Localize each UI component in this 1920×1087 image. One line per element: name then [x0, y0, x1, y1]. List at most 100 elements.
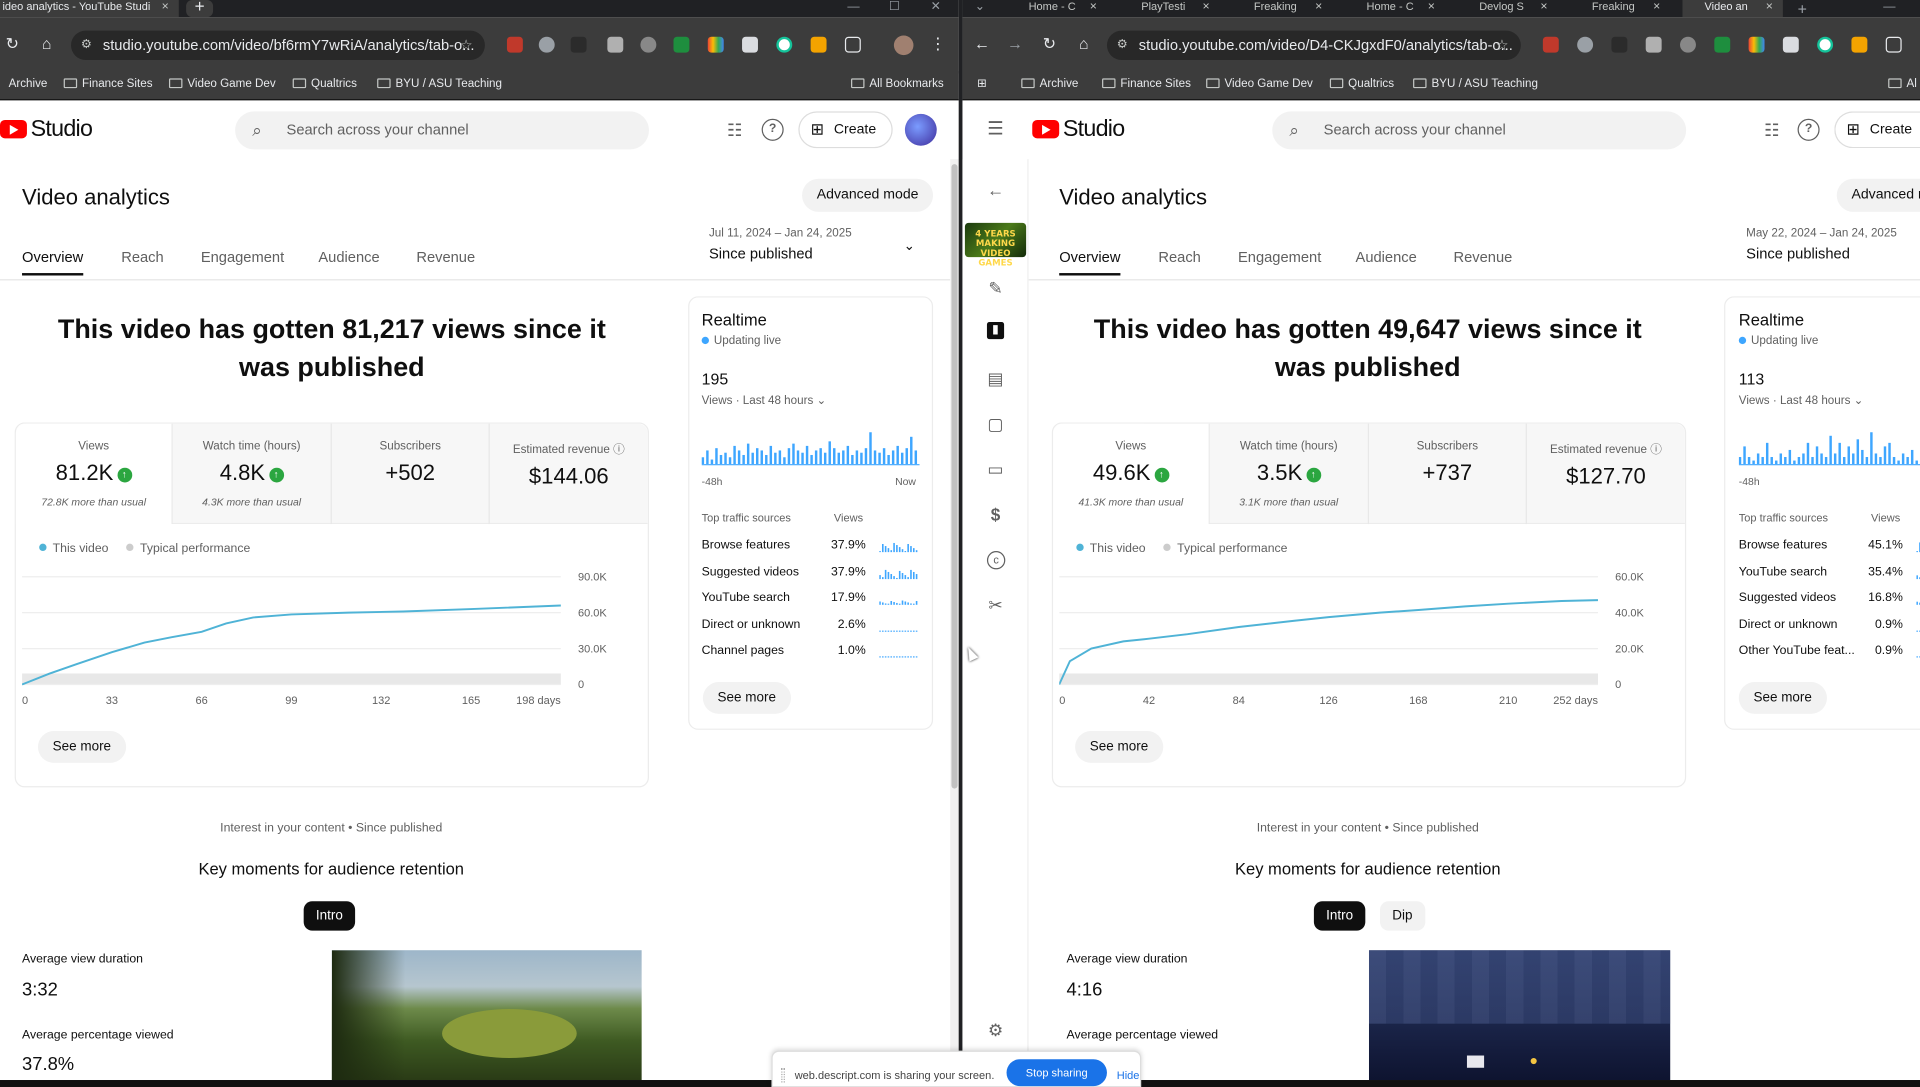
kpi-watch-time[interactable]: Watch time (hours) 3.5K ↑ 3.1K more than … [1210, 423, 1369, 525]
bookmark-folder[interactable]: Archive [1021, 77, 1078, 91]
tab-audience[interactable]: Audience [318, 249, 379, 266]
tab-revenue[interactable]: Revenue [1453, 249, 1512, 266]
chip-dip[interactable]: Dip [1380, 901, 1425, 931]
site-info-icon[interactable]: ⚙ [81, 31, 92, 60]
extension-icon[interactable] [607, 36, 624, 53]
create-button[interactable]: ⊞ Create [1834, 111, 1920, 149]
help-icon[interactable]: ? [761, 118, 784, 141]
home-icon[interactable]: ⌂ [1074, 34, 1094, 52]
puzzle-icon[interactable] [844, 36, 861, 53]
left-address-bar[interactable]: ⚙ studio.youtube.com/video/bf6rmY7wRiA/a… [71, 30, 485, 61]
video-thumbnail-pixel-game[interactable] [1368, 950, 1671, 1081]
feedback-icon[interactable]: ☷ [724, 119, 746, 141]
advanced-mode-button[interactable]: Advanced mode [802, 178, 934, 212]
kpi-revenue[interactable]: Estimated revenue ⓘ $127.70 [1527, 424, 1685, 524]
hamburger-menu-icon[interactable]: ☰ [984, 119, 1006, 141]
tab-search-icon[interactable]: ⌄ [975, 0, 985, 13]
tab-item[interactable]: Freaking × [1232, 0, 1332, 17]
kpi-views[interactable]: Views 81.2K ↑ 72.8K more than usual [15, 423, 173, 525]
pencil-icon[interactable]: ✎ [984, 277, 1006, 299]
page-scrollbar[interactable] [950, 159, 959, 1081]
create-button[interactable]: ⊞ Create [798, 111, 893, 149]
camera-extension-icon[interactable] [1782, 36, 1799, 53]
new-tab-button[interactable]: + [186, 0, 214, 18]
bookmark-folder[interactable]: Al [1888, 77, 1917, 91]
bookmark-folder[interactable]: Video Game Dev [168, 77, 276, 91]
bookmark-star-icon[interactable]: ☆ [459, 31, 472, 60]
back-arrow-icon[interactable]: ← [984, 179, 1006, 201]
video-sidebar-thumbnail[interactable]: 4 YEARS MAKING VIDEO GAMES [964, 222, 1027, 268]
bookmark-folder[interactable]: BYU / ASU Teaching [1413, 77, 1538, 91]
camera-extension-icon[interactable] [742, 36, 758, 53]
tab-audience[interactable]: Audience [1356, 249, 1417, 266]
bookmark-folder[interactable]: BYU / ASU Teaching [377, 77, 502, 91]
tree-extension-icon[interactable] [673, 36, 690, 53]
tab-item[interactable]: Freaking × [1570, 0, 1670, 17]
close-icon[interactable]: × [1315, 0, 1322, 13]
calendar-extension-icon[interactable] [1542, 36, 1559, 53]
views-line-chart[interactable]: 60.0K 40.0K 20.0K 0 0 42 84 126 168 210 252 days [1059, 566, 1652, 713]
studio-logo[interactable]: Studio [1032, 116, 1125, 143]
pen-extension-icon[interactable] [570, 36, 587, 53]
views-line-chart[interactable]: 90.0K 60.0K 30.0K 0 0 33 66 99 132 165 198 days [22, 566, 615, 713]
tab-reach[interactable]: Reach [121, 249, 163, 266]
video-thumbnail-jungle[interactable] [331, 950, 642, 1081]
scrollbar-thumb[interactable] [951, 164, 958, 789]
close-icon[interactable]: × [1766, 0, 1773, 13]
stop-sharing-button[interactable]: Stop sharing [1006, 1059, 1107, 1087]
drag-handle[interactable] [781, 1067, 785, 1083]
tab-item[interactable]: Home - C × [1007, 0, 1107, 17]
date-range-selector[interactable]: May 22, 2024 – Jan 24, 2025 Since publis… [1746, 227, 1897, 263]
tab-engagement[interactable]: Engagement [201, 249, 284, 266]
minimize-icon[interactable]: — [1883, 0, 1895, 13]
extension-icon[interactable] [1680, 36, 1696, 53]
new-tab-button[interactable]: + [1798, 0, 1807, 17]
realtime-period-dropdown[interactable]: Views · Last 48 hours ⌄ [702, 394, 827, 407]
bookmark-folder[interactable]: Video Game Dev [1206, 77, 1313, 91]
extension-icon[interactable] [640, 36, 657, 53]
close-icon[interactable]: × [1202, 0, 1209, 13]
back-icon[interactable]: ← [972, 34, 992, 52]
chip-intro[interactable]: Intro [1313, 901, 1366, 931]
kpi-watch-time[interactable]: Watch time (hours) 4.8K ↑ 4.3K more than … [173, 423, 332, 525]
grammarly-icon[interactable] [776, 36, 793, 53]
tab-item[interactable]: Devlog S × [1457, 0, 1557, 17]
editor-clapper-icon[interactable]: ▤ [984, 367, 1006, 389]
realtime-bar-chart[interactable] [701, 427, 920, 466]
right-address-bar[interactable]: ⚙ studio.youtube.com/video/D4-CKJgxdF0/a… [1106, 30, 1521, 61]
feedback-icon[interactable]: ☷ [1761, 119, 1783, 141]
close-icon[interactable]: × [162, 0, 169, 13]
grammarly-icon[interactable] [1817, 36, 1834, 53]
realtime-bar-chart[interactable] [1738, 427, 1920, 466]
close-icon[interactable]: × [1090, 0, 1097, 13]
studio-logo[interactable]: Studio [0, 116, 93, 143]
hide-share-bar-button[interactable]: Hide [1117, 1069, 1140, 1081]
copyright-icon[interactable]: c [986, 551, 1006, 570]
tab-revenue[interactable]: Revenue [416, 249, 475, 266]
close-icon[interactable]: × [1428, 0, 1435, 13]
calendar-extension-icon[interactable] [506, 36, 523, 53]
kpi-subscribers[interactable]: Subscribers +737 [1369, 423, 1527, 525]
realtime-period-dropdown[interactable]: Views · Last 48 hours ⌄ [1739, 394, 1864, 407]
tab-overview[interactable]: Overview [22, 249, 84, 276]
advanced-mode-button[interactable]: Advanced r [1836, 178, 1920, 212]
maximize-icon[interactable]: ☐ [889, 0, 900, 13]
close-window-icon[interactable]: ✕ [931, 0, 941, 13]
puzzle-icon[interactable] [1885, 36, 1902, 53]
profile-avatar-icon[interactable] [893, 35, 914, 56]
info-icon[interactable]: ⓘ [1650, 443, 1662, 456]
analytics-icon[interactable]: ▮ [986, 322, 1005, 340]
tab-item[interactable]: PlayTesti × [1119, 0, 1219, 17]
tree-extension-icon[interactable] [1714, 36, 1731, 53]
comments-icon[interactable]: ▢ [984, 413, 1006, 435]
date-range-selector[interactable]: Jul 11, 2024 – Jan 24, 2025 Since publis… [709, 227, 852, 263]
realtime-see-more-button[interactable]: See more [1738, 682, 1827, 714]
see-more-button[interactable]: See more [1075, 731, 1163, 763]
help-icon[interactable]: ? [1797, 118, 1820, 141]
extension-icon[interactable] [810, 36, 827, 53]
bookmark-folder[interactable]: Finance Sites [63, 77, 153, 91]
kpi-subscribers[interactable]: Subscribers +502 [332, 423, 490, 525]
settings-gear-icon[interactable]: ⚙ [984, 1019, 1006, 1041]
extension-icon[interactable] [1851, 36, 1868, 53]
channel-search-input[interactable]: ⌕ Search across your channel [235, 111, 649, 150]
